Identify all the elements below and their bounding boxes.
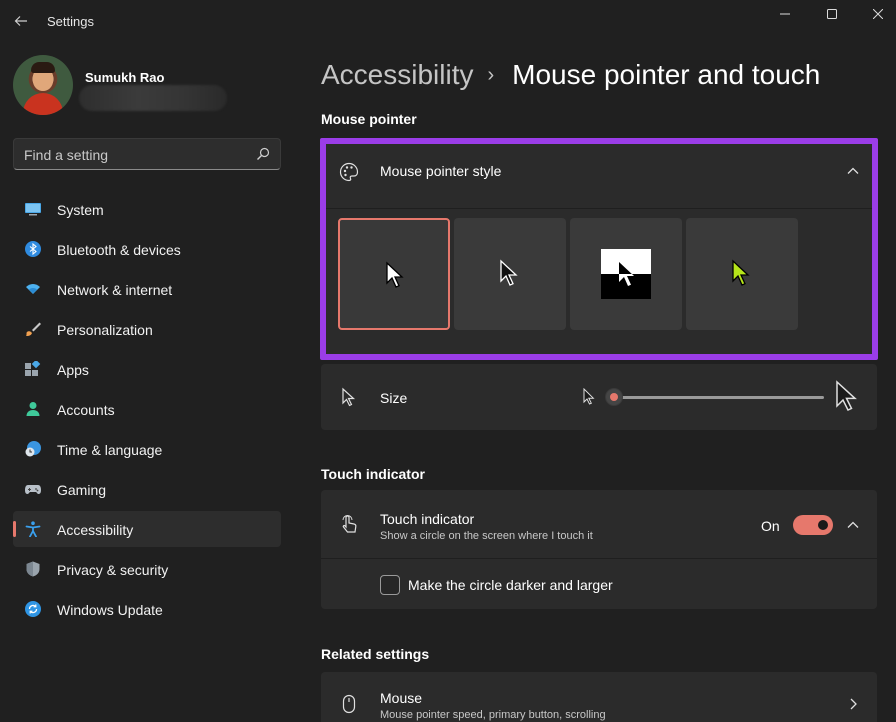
white-cursor-icon bbox=[386, 261, 404, 288]
sidebar-item-accounts[interactable]: Accounts bbox=[13, 391, 281, 427]
avatar-body bbox=[23, 93, 63, 115]
chevron-up-icon[interactable] bbox=[846, 164, 860, 178]
profile-name: Sumukh Rao bbox=[85, 70, 165, 85]
breadcrumb-parent[interactable]: Accessibility bbox=[321, 59, 473, 91]
sidebar-item-personalization[interactable]: Personalization bbox=[13, 311, 281, 347]
sidebar-item-windows-update[interactable]: Windows Update bbox=[13, 591, 281, 627]
apps-icon bbox=[25, 361, 41, 376]
sidebar-nav: System Bluetooth & devices Network & int… bbox=[13, 191, 281, 631]
mouse-icon bbox=[342, 694, 356, 714]
inverted-cursor-icon bbox=[601, 249, 651, 299]
sidebar-item-gaming[interactable]: Gaming bbox=[13, 471, 281, 507]
sidebar-item-label: Network & internet bbox=[57, 282, 173, 298]
system-icon bbox=[25, 203, 41, 216]
avatar-hair bbox=[31, 62, 55, 73]
bluetooth-icon bbox=[25, 241, 41, 257]
mouse-pointer-style-label: Mouse pointer style bbox=[380, 163, 502, 179]
darker-circle-label[interactable]: Make the circle darker and larger bbox=[408, 577, 613, 593]
sidebar-item-label: Accounts bbox=[57, 402, 115, 418]
sidebar-item-label: Privacy & security bbox=[57, 562, 169, 578]
section-title-mouse-pointer: Mouse pointer bbox=[321, 111, 417, 127]
brush-icon bbox=[26, 322, 41, 336]
shield-icon bbox=[26, 561, 40, 577]
sidebar-item-privacy-security[interactable]: Privacy & security bbox=[13, 551, 281, 587]
sidebar-item-label: Personalization bbox=[57, 322, 153, 338]
touch-icon bbox=[342, 515, 357, 533]
size-label: Size bbox=[380, 390, 408, 406]
globe-clock-icon bbox=[25, 441, 41, 457]
sidebar-item-label: System bbox=[57, 202, 104, 218]
card-divider bbox=[321, 558, 877, 559]
sidebar-item-label: Bluetooth & devices bbox=[57, 242, 181, 258]
maximize-icon bbox=[827, 9, 837, 19]
page-title: Mouse pointer and touch bbox=[512, 59, 821, 90]
section-title-touch-indicator: Touch indicator bbox=[321, 466, 425, 482]
darker-circle-checkbox[interactable] bbox=[380, 575, 400, 595]
mouse-pointer-style-card: Mouse pointer style bbox=[321, 144, 877, 354]
toggle-state-label: On bbox=[761, 518, 780, 534]
back-arrow-icon bbox=[14, 16, 27, 26]
avatar[interactable] bbox=[13, 55, 73, 115]
search-icon[interactable] bbox=[256, 147, 270, 161]
sidebar-item-bluetooth[interactable]: Bluetooth & devices bbox=[13, 231, 281, 267]
sidebar-item-time-language[interactable]: Time & language bbox=[13, 431, 281, 467]
toggle-knob bbox=[818, 520, 828, 530]
close-icon bbox=[873, 9, 883, 19]
touch-indicator-description: Show a circle on the screen where I touc… bbox=[380, 530, 593, 542]
minimize-icon bbox=[780, 13, 790, 15]
touch-indicator-toggle[interactable] bbox=[793, 515, 833, 535]
pointer-style-black[interactable] bbox=[454, 218, 566, 330]
sidebar-item-system[interactable]: System bbox=[13, 191, 281, 227]
close-button[interactable] bbox=[855, 0, 896, 28]
palette-icon bbox=[339, 162, 359, 182]
card-divider bbox=[321, 208, 877, 209]
sidebar-item-network[interactable]: Network & internet bbox=[13, 271, 281, 307]
windows-update-icon bbox=[25, 601, 41, 617]
title-bar: Settings bbox=[0, 0, 896, 44]
pointer-style-custom[interactable] bbox=[686, 218, 798, 330]
sidebar-item-label: Apps bbox=[57, 362, 89, 378]
sidebar-item-accessibility[interactable]: Accessibility bbox=[13, 511, 281, 547]
black-cursor-icon bbox=[500, 259, 518, 286]
pointer-size-icon bbox=[342, 387, 356, 407]
app-title: Settings bbox=[47, 14, 94, 29]
sidebar-item-apps[interactable]: Apps bbox=[13, 351, 281, 387]
related-mouse-card[interactable]: Mouse Mouse pointer speed, primary butto… bbox=[321, 672, 877, 722]
mouse-label: Mouse bbox=[380, 690, 423, 706]
chevron-up-icon[interactable] bbox=[846, 518, 860, 532]
sidebar-item-label: Windows Update bbox=[57, 602, 163, 618]
search-box[interactable]: Find a setting bbox=[13, 138, 281, 170]
sidebar-item-label: Accessibility bbox=[57, 522, 134, 538]
maximize-button[interactable] bbox=[809, 0, 855, 28]
touch-indicator-label: Touch indicator bbox=[380, 511, 475, 527]
breadcrumb: Accessibility › Mouse pointer and touch bbox=[321, 55, 820, 95]
accounts-icon bbox=[26, 402, 40, 416]
pointer-style-inverted[interactable] bbox=[570, 218, 682, 330]
search-input[interactable]: Find a setting bbox=[24, 147, 108, 163]
gamepad-icon bbox=[25, 485, 41, 494]
pointer-style-white[interactable] bbox=[338, 218, 450, 330]
minimize-button[interactable] bbox=[762, 0, 808, 28]
pointer-size-slider[interactable] bbox=[614, 396, 824, 399]
mouse-description: Mouse pointer speed, primary button, scr… bbox=[380, 709, 606, 721]
chevron-right-icon bbox=[850, 698, 857, 710]
small-pointer-icon bbox=[583, 388, 595, 405]
network-icon bbox=[26, 284, 40, 294]
slider-thumb[interactable] bbox=[605, 388, 623, 406]
sidebar-item-label: Gaming bbox=[57, 482, 107, 498]
mouse-pointer-style-header[interactable]: Mouse pointer style bbox=[321, 144, 877, 204]
breadcrumb-separator: › bbox=[487, 63, 495, 86]
accessibility-icon bbox=[25, 521, 41, 537]
back-button[interactable] bbox=[10, 10, 32, 32]
custom-color-cursor-icon bbox=[732, 259, 750, 286]
large-pointer-icon bbox=[836, 380, 857, 411]
profile-email-blurred bbox=[79, 85, 227, 111]
section-title-related-settings: Related settings bbox=[321, 646, 430, 662]
sidebar-item-label: Time & language bbox=[57, 442, 163, 458]
